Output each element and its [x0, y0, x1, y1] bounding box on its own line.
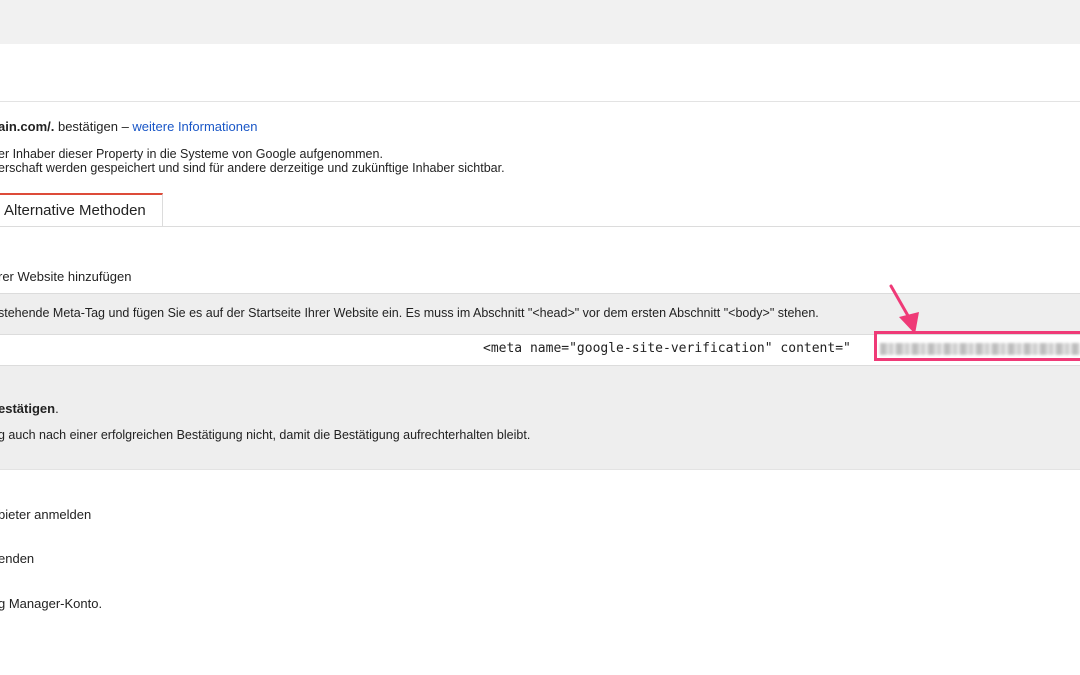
option-tag-manager[interactable]: g Manager-Konto.: [0, 596, 102, 611]
owner-info-line-2: erschaft werden gespeichert und sind für…: [0, 161, 505, 175]
confirm-title: estätigen.: [0, 401, 59, 416]
confirm-title-bold: estätigen: [0, 401, 56, 416]
verification-heading: ain.com/. bestätigen – weitere Informati…: [0, 119, 257, 134]
verified-domain: ain.com/.: [0, 119, 55, 134]
owner-info: er Inhaber dieser Property in die System…: [0, 147, 505, 175]
confirm-title-suffix: .: [55, 401, 59, 416]
owner-info-line-1: er Inhaber dieser Property in die System…: [0, 147, 383, 161]
pointer-arrow-icon: [889, 284, 919, 334]
tab-alternative-methods[interactable]: Alternative Methoden: [0, 193, 163, 226]
verify-text: bestätigen –: [54, 119, 133, 134]
tab-bar-border: [0, 226, 1080, 227]
confirm-note: g auch nach einer erfolgreichen Bestätig…: [0, 428, 531, 442]
option-provider-login[interactable]: bieter anmelden: [0, 507, 91, 522]
header-divider: [0, 101, 1080, 102]
option-use[interactable]: enden: [0, 551, 34, 566]
method-title: rer Website hinzufügen: [0, 269, 132, 284]
meta-tag-code[interactable]: <meta name="google-site-verification" co…: [483, 341, 851, 356]
more-info-link[interactable]: weitere Informationen: [132, 119, 257, 134]
top-bar: [0, 0, 1080, 44]
highlight-box: [874, 331, 1080, 361]
meta-tag-instruction: stehende Meta-Tag und fügen Sie es auf d…: [0, 306, 819, 320]
